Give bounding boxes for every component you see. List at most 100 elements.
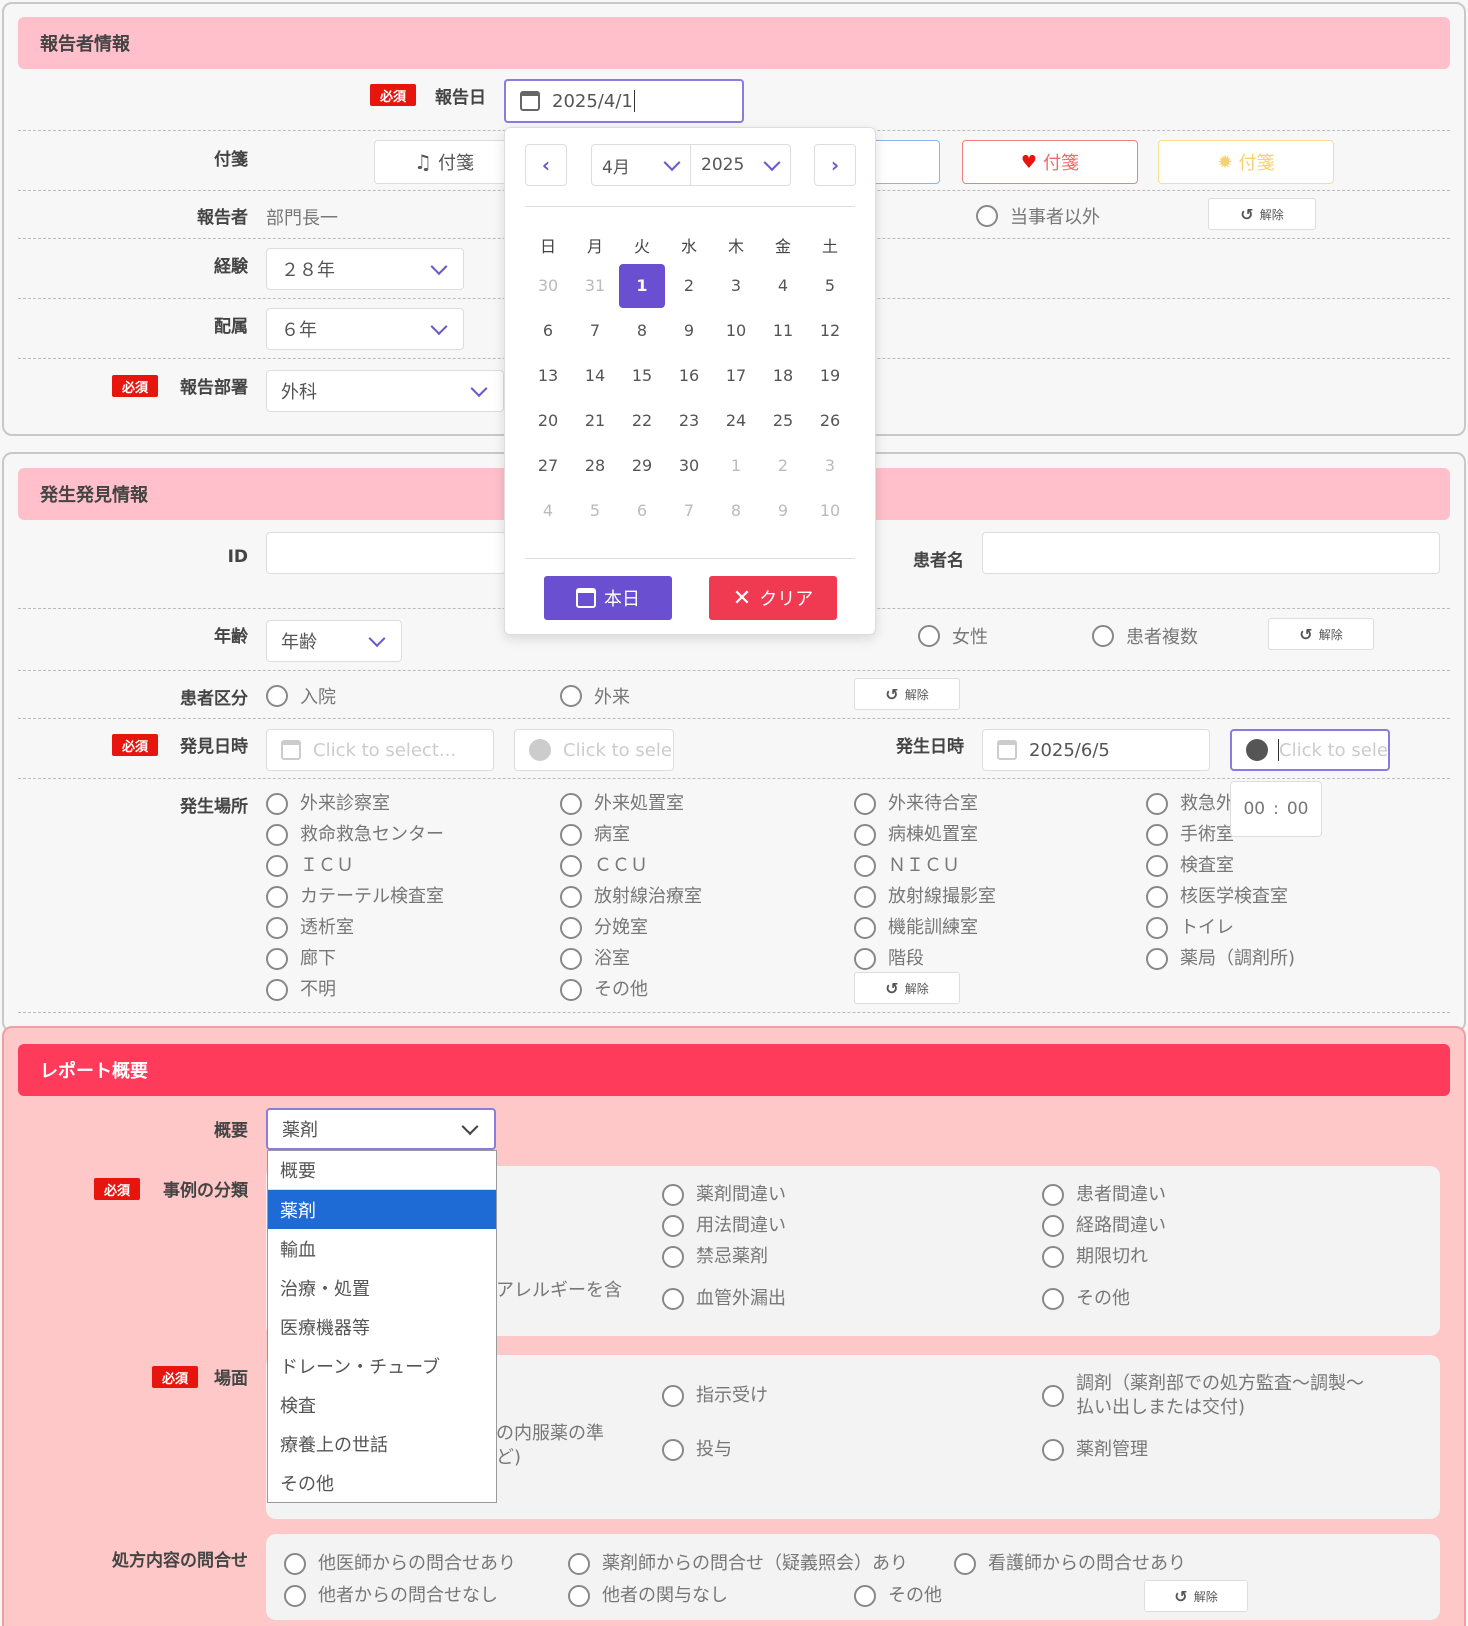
inquiry-radio[interactable]: 看護師からの問合せあり: [954, 1552, 1186, 1576]
inquiry-clear-button[interactable]: ↺ 解除: [1144, 1580, 1248, 1612]
location-radio[interactable]: 救命救急センター: [266, 823, 444, 847]
patient-type-clear-button[interactable]: ↺ 解除: [854, 678, 960, 710]
calendar-day[interactable]: 6: [525, 309, 571, 353]
location-radio[interactable]: 病室: [560, 823, 630, 847]
calendar-day[interactable]: 8: [619, 309, 665, 353]
calendar-day[interactable]: 4: [525, 489, 571, 533]
tag-button-blue[interactable]: [870, 140, 940, 184]
case-class-radio[interactable]: 血管外漏出: [662, 1287, 786, 1311]
calendar-day[interactable]: 17: [713, 354, 759, 398]
location-clear-button[interactable]: ↺ 解除: [854, 972, 960, 1004]
calendar-day[interactable]: 3: [713, 264, 759, 308]
discovery-time-input[interactable]: Click to selec: [514, 729, 674, 771]
calendar-day[interactable]: 1: [713, 444, 759, 488]
next-month-button[interactable]: ›: [814, 144, 856, 186]
calendar-day[interactable]: 14: [572, 354, 618, 398]
calendar-day[interactable]: 25: [760, 399, 806, 443]
location-radio[interactable]: 放射線撮影室: [854, 885, 996, 909]
dropdown-option[interactable]: 輸血: [268, 1229, 496, 1268]
dropdown-option[interactable]: 概要: [268, 1151, 496, 1190]
calendar-day[interactable]: 11: [760, 309, 806, 353]
calendar-day[interactable]: 21: [572, 399, 618, 443]
discovery-date-input[interactable]: Click to select...: [266, 729, 494, 771]
case-class-radio[interactable]: 期限切れ: [1042, 1245, 1148, 1269]
calendar-day[interactable]: 6: [619, 489, 665, 533]
calendar-day[interactable]: 26: [807, 399, 853, 443]
inquiry-radio[interactable]: 他者の関与なし: [568, 1584, 728, 1608]
location-radio[interactable]: その他: [560, 978, 648, 1002]
location-radio[interactable]: 手術室: [1146, 823, 1234, 847]
clear-date-button[interactable]: ✕ クリア: [709, 576, 837, 620]
location-radio[interactable]: 透析室: [266, 916, 354, 940]
location-radio[interactable]: 外来診察室: [266, 792, 390, 816]
scene-radio[interactable]: 調剤（薬剤部での処方監査～調製～ 払い出しまたは交付): [1042, 1372, 1364, 1420]
inquiry-radio[interactable]: 他者からの問合せなし: [284, 1584, 498, 1608]
calendar-day[interactable]: 5: [572, 489, 618, 533]
calendar-day[interactable]: 9: [666, 309, 712, 353]
inquiry-radio[interactable]: 他医師からの問合せあり: [284, 1552, 516, 1576]
location-radio[interactable]: 検査室: [1146, 854, 1234, 878]
calendar-day[interactable]: 24: [713, 399, 759, 443]
dropdown-option[interactable]: 治療・処置: [268, 1268, 496, 1307]
location-radio[interactable]: 放射線治療室: [560, 885, 702, 909]
today-button[interactable]: 本日: [544, 576, 672, 620]
location-radio[interactable]: 救急外: [1146, 792, 1234, 816]
dropdown-option[interactable]: ドレーン・チューブ: [268, 1346, 496, 1385]
calendar-day[interactable]: 12: [807, 309, 853, 353]
location-radio[interactable]: ＩＣＵ: [266, 854, 354, 878]
tag-button-sun[interactable]: ✹ 付箋: [1158, 140, 1334, 184]
minute-field[interactable]: 00: [1287, 799, 1309, 819]
reporter-other-radio[interactable]: 当事者以外: [976, 203, 1100, 229]
calendar-day[interactable]: 22: [619, 399, 665, 443]
location-radio[interactable]: 薬局（調剤所): [1146, 947, 1295, 971]
calendar-day[interactable]: 5: [807, 264, 853, 308]
dropdown-option[interactable]: 検査: [268, 1385, 496, 1424]
id-input[interactable]: [266, 532, 506, 574]
tag-button-heart[interactable]: ♥ 付箋: [962, 140, 1138, 184]
gender-clear-button[interactable]: ↺ 解除: [1268, 618, 1374, 650]
scene-radio[interactable]: 投与: [662, 1438, 732, 1462]
patient-name-input[interactable]: [982, 532, 1440, 574]
location-radio[interactable]: 病棟処置室: [854, 823, 978, 847]
experience-select[interactable]: ２８年: [266, 248, 464, 290]
patient-type-inpatient-radio[interactable]: 入院: [266, 683, 336, 709]
assignment-select[interactable]: ６年: [266, 308, 464, 350]
scene-radio[interactable]: 薬剤管理: [1042, 1438, 1148, 1462]
department-select[interactable]: 外科: [266, 370, 504, 412]
location-radio[interactable]: 階段: [854, 947, 924, 971]
gender-multiple-radio[interactable]: 患者複数: [1092, 623, 1198, 649]
hour-field[interactable]: 00: [1243, 799, 1265, 819]
case-class-radio[interactable]: その他: [1042, 1287, 1130, 1311]
tag-button-music[interactable]: ♫ 付箋: [374, 140, 514, 184]
calendar-day[interactable]: 29: [619, 444, 665, 488]
calendar-day[interactable]: 8: [713, 489, 759, 533]
calendar-day[interactable]: 7: [572, 309, 618, 353]
calendar-day[interactable]: 1: [619, 264, 665, 308]
location-radio[interactable]: 不明: [266, 978, 336, 1002]
dropdown-option[interactable]: 医療機器等: [268, 1307, 496, 1346]
month-select[interactable]: 4月: [591, 144, 691, 186]
calendar-day[interactable]: 7: [666, 489, 712, 533]
location-radio[interactable]: 機能訓練室: [854, 916, 978, 940]
dropdown-option[interactable]: その他: [268, 1463, 496, 1502]
location-radio[interactable]: 浴室: [560, 947, 630, 971]
location-radio[interactable]: 核医学検査室: [1146, 885, 1288, 909]
case-class-radio[interactable]: 用法間違い: [662, 1214, 786, 1238]
calendar-day[interactable]: 2: [666, 264, 712, 308]
age-select[interactable]: 年齢: [266, 620, 402, 662]
calendar-day[interactable]: 10: [807, 489, 853, 533]
patient-type-outpatient-radio[interactable]: 外来: [560, 683, 630, 709]
case-class-radio[interactable]: 薬剤間違い: [662, 1183, 786, 1207]
location-radio[interactable]: ＮＩＣＵ: [854, 854, 960, 878]
calendar-day[interactable]: 10: [713, 309, 759, 353]
inquiry-radio[interactable]: その他: [854, 1584, 942, 1608]
location-radio[interactable]: ＣＣＵ: [560, 854, 648, 878]
calendar-day[interactable]: 2: [760, 444, 806, 488]
occurrence-date-input[interactable]: 2025/6/5: [982, 729, 1210, 771]
case-class-radio[interactable]: 経路間違い: [1042, 1214, 1166, 1238]
inquiry-radio[interactable]: 薬剤師からの問合せ（疑義照会）あり: [568, 1552, 908, 1576]
calendar-day[interactable]: 3: [807, 444, 853, 488]
calendar-day[interactable]: 18: [760, 354, 806, 398]
calendar-day[interactable]: 20: [525, 399, 571, 443]
location-radio[interactable]: 分娩室: [560, 916, 648, 940]
